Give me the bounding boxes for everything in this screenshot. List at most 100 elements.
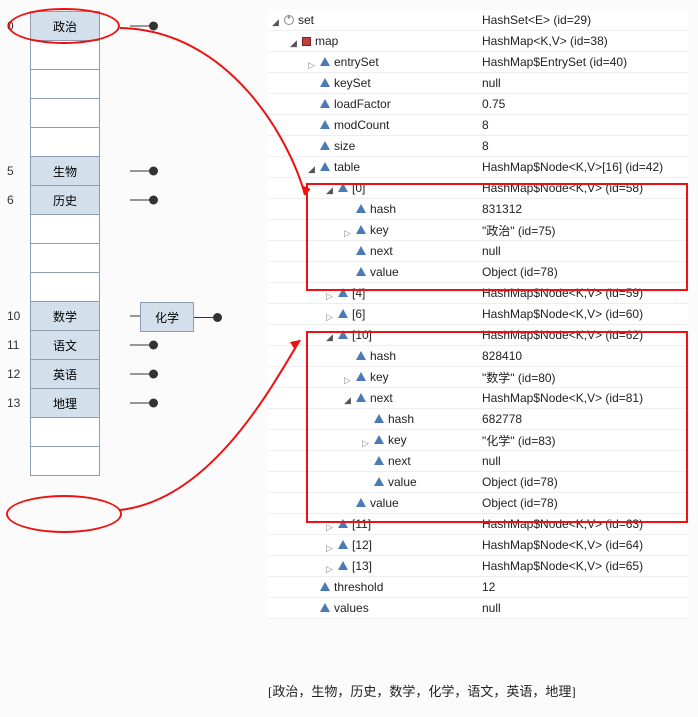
tree-row[interactable]: hash831312 [268, 199, 688, 220]
spacer [362, 477, 372, 487]
tree-row[interactable]: tableHashMap$Node<K,V>[16] (id=42) [268, 157, 688, 178]
field-value: HashMap<K,V> (id=38) [478, 34, 608, 48]
tree-row[interactable]: [0]HashMap$Node<K,V> (id=58) [268, 178, 688, 199]
field-type-icon [320, 120, 330, 129]
expand-icon[interactable] [272, 15, 282, 25]
tree-row[interactable]: key"政治" (id=75) [268, 220, 688, 241]
terminator-dot [130, 26, 154, 27]
tree-row[interactable]: keySetnull [268, 73, 688, 94]
tree-row[interactable]: entrySetHashMap$EntrySet (id=40) [268, 52, 688, 73]
bucket-slot [30, 446, 100, 476]
bucket-slot: 12英语 [30, 359, 100, 389]
expand-icon[interactable] [344, 393, 354, 403]
tree-row[interactable]: threshold12 [268, 577, 688, 598]
field-value: null [478, 76, 501, 90]
field-name: [6] [352, 307, 365, 321]
field-value: HashMap$EntrySet (id=40) [478, 55, 627, 69]
field-type-icon [338, 561, 348, 570]
tree-row[interactable]: nextHashMap$Node<K,V> (id=81) [268, 388, 688, 409]
tree-row[interactable]: [4]HashMap$Node<K,V> (id=59) [268, 283, 688, 304]
field-name: modCount [334, 118, 389, 132]
collapse-icon[interactable] [344, 372, 354, 382]
collapse-icon[interactable] [326, 561, 336, 571]
bucket-index: 5 [7, 164, 14, 178]
tree-row[interactable]: nextnull [268, 451, 688, 472]
tree-row[interactable]: valuesnull [268, 598, 688, 619]
collapse-icon[interactable] [362, 435, 372, 445]
collapse-icon[interactable] [326, 540, 336, 550]
field-name: hash [388, 412, 414, 426]
field-name: map [315, 34, 338, 48]
field-name: threshold [334, 580, 383, 594]
field-type-icon [374, 435, 384, 444]
spacer [308, 120, 318, 130]
field-type-icon [320, 78, 330, 87]
field-value: "数学" (id=80) [478, 369, 556, 386]
spacer [344, 267, 354, 277]
field-value: Object (id=78) [478, 496, 558, 510]
field-name: key [388, 433, 407, 447]
tree-row[interactable]: key "化学" (id=83) [268, 430, 688, 451]
tree-row[interactable]: size8 [268, 136, 688, 157]
spacer [362, 456, 372, 466]
spacer [308, 99, 318, 109]
bucket-label: 语文 [53, 337, 77, 354]
spacer [308, 603, 318, 613]
expand-icon[interactable] [290, 36, 300, 46]
expand-icon[interactable] [308, 162, 318, 172]
spacer [344, 351, 354, 361]
tree-row[interactable]: [10]HashMap$Node<K,V> (id=62) [268, 325, 688, 346]
tree-row[interactable]: [11]HashMap$Node<K,V> (id=63) [268, 514, 688, 535]
field-type-icon [338, 330, 348, 339]
tree-row[interactable]: nextnull [268, 241, 688, 262]
field-name: value [370, 265, 399, 279]
bucket-slot: 11语文 [30, 330, 100, 360]
field-name: next [370, 391, 393, 405]
tree-row[interactable]: loadFactor0.75 [268, 94, 688, 115]
tree-row[interactable]: hash828410 [268, 346, 688, 367]
field-value: 8 [478, 118, 489, 132]
bucket-index: 0 [7, 19, 14, 33]
tree-row[interactable]: [13]HashMap$Node<K,V> (id=65) [268, 556, 688, 577]
collapse-icon[interactable] [344, 225, 354, 235]
terminator-dot [194, 317, 218, 318]
terminator-dot [130, 171, 154, 172]
tree-row[interactable]: valueObject (id=78) [268, 472, 688, 493]
tree-row[interactable]: hash682778 [268, 409, 688, 430]
field-value: "政治" (id=75) [478, 222, 556, 239]
field-value: HashMap$Node<K,V> (id=65) [478, 559, 643, 573]
field-type-icon [320, 162, 330, 171]
bucket-label: 地理 [53, 395, 77, 412]
field-value: HashSet<E> (id=29) [478, 13, 591, 27]
tree-row[interactable]: modCount 8 [268, 115, 688, 136]
field-value: HashMap$Node<K,V> (id=64) [478, 538, 643, 552]
field-name: table [334, 160, 360, 174]
tree-row[interactable]: [12]HashMap$Node<K,V> (id=64) [268, 535, 688, 556]
bucket-index: 11 [7, 338, 19, 352]
tree-row[interactable]: setHashSet<E> (id=29) [268, 10, 688, 31]
field-type-icon [338, 288, 348, 297]
expand-icon[interactable] [326, 183, 336, 193]
tree-row[interactable]: value Object (id=78) [268, 493, 688, 514]
field-name: value [370, 496, 399, 510]
field-name: next [370, 244, 393, 258]
field-value: "化学" (id=83) [478, 432, 556, 449]
field-name: hash [370, 202, 396, 216]
field-type-icon [338, 540, 348, 549]
field-type-icon [320, 603, 330, 612]
tree-row[interactable]: [6]HashMap$Node<K,V> (id=60) [268, 304, 688, 325]
field-value: null [478, 454, 501, 468]
field-type-icon [356, 372, 366, 381]
tree-row[interactable]: map HashMap<K,V> (id=38) [268, 31, 688, 52]
collapse-icon[interactable] [326, 288, 336, 298]
expand-icon[interactable] [326, 330, 336, 340]
spacer [344, 204, 354, 214]
chain-node: 化学 [140, 302, 194, 332]
tree-row[interactable]: valueObject (id=78) [268, 262, 688, 283]
bucket-slot [30, 417, 100, 447]
collapse-icon[interactable] [326, 519, 336, 529]
collapse-icon[interactable] [326, 309, 336, 319]
collapse-icon[interactable] [308, 57, 318, 67]
diagram-root: 0政治5生物6历史10数学11语文12英语13地理 setHashSet<E> … [0, 0, 698, 717]
tree-row[interactable]: key"数学" (id=80) [268, 367, 688, 388]
